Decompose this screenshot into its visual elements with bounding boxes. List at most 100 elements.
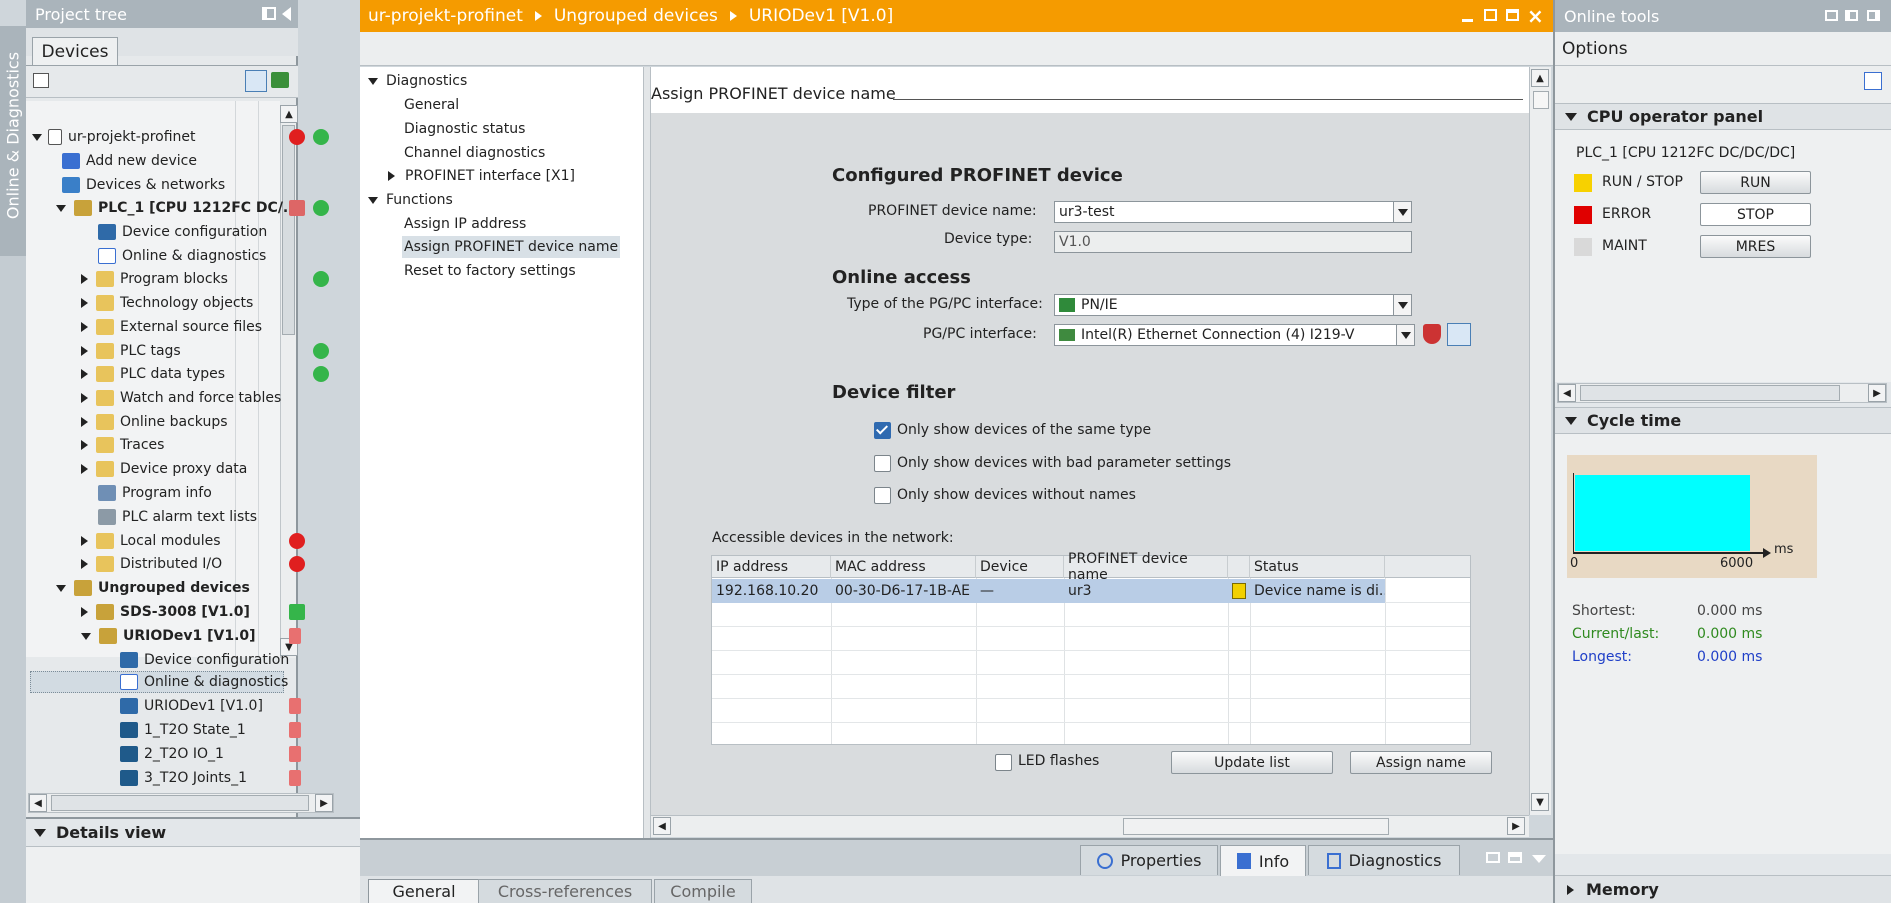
- scroll-thumb[interactable]: [282, 125, 295, 335]
- overview-toolbar-icon[interactable]: [245, 70, 267, 92]
- search-device-icon[interactable]: [1447, 323, 1471, 346]
- tree-item-uriodev[interactable]: URIODev1 [V1.0]: [81, 624, 256, 648]
- breadcrumb-device[interactable]: URIODev1 [V1.0]: [749, 6, 893, 26]
- cpu-panel-scrollbar[interactable]: ◀ ▶: [1557, 383, 1887, 403]
- scroll-left-button[interactable]: ◀: [29, 794, 47, 812]
- nav-channel-diagnostics[interactable]: Channel diagnostics: [404, 141, 545, 165]
- filter-bad-params-checkbox[interactable]: [874, 455, 891, 472]
- dock-icon[interactable]: [1825, 10, 1838, 21]
- tree-item-program-blocks[interactable]: Program blocks: [81, 267, 228, 291]
- tree-item-technology-objects[interactable]: Technology objects: [81, 291, 253, 315]
- layout-icon[interactable]: [1508, 852, 1522, 863]
- subtab-cross-references[interactable]: Cross-references: [478, 879, 652, 903]
- collapse-right-icon[interactable]: [1867, 10, 1880, 21]
- tree-item-uriodev-module[interactable]: URIODev1 [V1.0]: [120, 694, 263, 718]
- tab-diagnostics[interactable]: Diagnostics: [1308, 845, 1460, 875]
- tree-item-alarm-texts[interactable]: PLC alarm text lists: [98, 505, 257, 529]
- tree-item-uriodev-device-config[interactable]: Device configuration: [120, 648, 289, 672]
- layout-icon[interactable]: [1845, 10, 1858, 21]
- maximize-icon[interactable]: [1506, 9, 1519, 21]
- scroll-up-button[interactable]: ▲: [280, 105, 298, 123]
- col-profinet-name[interactable]: PROFINET device name: [1064, 551, 1228, 583]
- tree-vertical-scrollbar[interactable]: ▲ ▼: [280, 105, 298, 658]
- tree-item-external-sources[interactable]: External source files: [81, 315, 262, 339]
- tree-item-t2o-state[interactable]: 1_T2O State_1: [120, 718, 246, 742]
- scroll-right-button[interactable]: ▶: [1868, 384, 1886, 402]
- tree-item-distributed-io[interactable]: Distributed I/O: [81, 552, 222, 576]
- dropdown-arrow-icon[interactable]: [1396, 325, 1414, 345]
- assign-name-button[interactable]: Assign name: [1350, 751, 1492, 774]
- tree-item-device-proxy[interactable]: Device proxy data: [81, 457, 247, 481]
- mres-button[interactable]: MRES: [1700, 235, 1811, 258]
- tree-item-plc[interactable]: PLC_1 [CPU 1212FC DC/...: [56, 196, 299, 220]
- tree-item-watch-tables[interactable]: Watch and force tables: [81, 386, 281, 410]
- breadcrumb-project[interactable]: ur-projekt-profinet: [368, 6, 523, 26]
- scroll-left-button[interactable]: ◀: [653, 817, 671, 835]
- run-button[interactable]: RUN: [1700, 171, 1811, 194]
- dock-icon[interactable]: [1486, 852, 1500, 863]
- subtab-compile[interactable]: Compile: [654, 879, 752, 903]
- dropdown-arrow-icon[interactable]: [1393, 295, 1411, 315]
- tree-item-device-config[interactable]: Device configuration: [98, 220, 267, 244]
- tree-item-t2o-joints[interactable]: 3_T2O Joints_1: [120, 766, 247, 790]
- filter-no-names-checkbox[interactable]: [874, 487, 891, 504]
- tab-properties[interactable]: Properties: [1080, 845, 1218, 875]
- tree-item-sds[interactable]: SDS-3008 [V1.0]: [81, 600, 250, 624]
- tree-item-ungrouped[interactable]: Ungrouped devices: [56, 576, 250, 600]
- scroll-left-button[interactable]: ◀: [1558, 384, 1576, 402]
- scroll-down-button[interactable]: ▼: [1531, 793, 1549, 811]
- subtab-general[interactable]: General: [368, 879, 480, 903]
- scroll-thumb[interactable]: [1580, 385, 1840, 401]
- tree-item-project[interactable]: ur-projekt-profinet: [32, 125, 196, 149]
- tree-item-local-modules[interactable]: Local modules: [81, 529, 221, 553]
- panel-toggle-icon[interactable]: [1864, 72, 1882, 90]
- nav-functions[interactable]: Functions: [368, 188, 453, 212]
- nav-general[interactable]: General: [404, 93, 459, 117]
- restore-icon[interactable]: [1484, 9, 1497, 21]
- details-view-header[interactable]: Details view: [26, 817, 360, 847]
- nav-profinet-interface[interactable]: PROFINET interface [X1]: [388, 164, 575, 188]
- scroll-right-button[interactable]: ▶: [315, 794, 333, 812]
- tree-horizontal-scrollbar[interactable]: ◀ ▶: [28, 793, 334, 813]
- scroll-right-button[interactable]: ▶: [1507, 817, 1525, 835]
- tree-item-traces[interactable]: Traces: [81, 433, 164, 457]
- editor-vertical-scrollbar[interactable]: ▲ ▼: [1529, 67, 1551, 815]
- editor-horizontal-scrollbar[interactable]: ◀ ▶: [651, 815, 1529, 837]
- nav-diagnostic-status[interactable]: Diagnostic status: [404, 117, 525, 141]
- tab-devices[interactable]: Devices: [32, 37, 118, 65]
- col-status[interactable]: Status: [1250, 556, 1385, 578]
- memory-header[interactable]: Memory: [1555, 875, 1891, 903]
- cycle-time-header[interactable]: Cycle time: [1555, 407, 1891, 434]
- chevron-down-icon[interactable]: [1532, 855, 1546, 863]
- led-flashes-checkbox[interactable]: [995, 754, 1012, 771]
- breadcrumb-ungrouped[interactable]: Ungrouped devices: [554, 6, 718, 26]
- tree-item-devices-networks[interactable]: Devices & networks: [62, 173, 225, 197]
- tree-item-plc-tags[interactable]: PLC tags: [81, 339, 181, 363]
- scroll-thumb[interactable]: [1123, 818, 1389, 835]
- collapse-left-icon[interactable]: [282, 7, 291, 21]
- scroll-up-button[interactable]: ▲: [1531, 69, 1549, 87]
- side-tab-online-diagnostics[interactable]: Online & Diagnostics: [0, 26, 26, 256]
- tree-item-add-device[interactable]: Add new device: [62, 149, 197, 173]
- profinet-name-input[interactable]: ur3-test: [1054, 201, 1412, 223]
- shield-icon[interactable]: [1423, 324, 1441, 344]
- tree-item-plc-data-types[interactable]: PLC data types: [81, 362, 225, 386]
- tree-item-t2o-io[interactable]: 2_T2O IO_1: [120, 742, 224, 766]
- tree-item-uriodev-online-diag[interactable]: Online & diagnostics: [120, 670, 288, 694]
- col-device[interactable]: Device: [976, 556, 1064, 578]
- splitter[interactable]: [644, 67, 651, 840]
- close-icon[interactable]: ×: [1527, 4, 1544, 28]
- nav-reset-factory[interactable]: Reset to factory settings: [404, 259, 576, 283]
- update-list-button[interactable]: Update list: [1171, 751, 1333, 774]
- col-mac[interactable]: MAC address: [831, 556, 976, 578]
- stop-button[interactable]: STOP: [1700, 203, 1811, 226]
- properties-toolbar-icon[interactable]: [33, 73, 49, 88]
- dock-icon[interactable]: [262, 7, 276, 20]
- scroll-thumb[interactable]: [51, 795, 309, 811]
- scroll-thumb[interactable]: [1533, 91, 1549, 109]
- tab-info[interactable]: Info: [1220, 845, 1306, 876]
- sync-toolbar-icon[interactable]: [271, 72, 289, 88]
- cpu-panel-header[interactable]: CPU operator panel: [1555, 103, 1891, 130]
- filter-same-type-checkbox[interactable]: [874, 422, 891, 439]
- tree-item-online-backups[interactable]: Online backups: [81, 410, 228, 434]
